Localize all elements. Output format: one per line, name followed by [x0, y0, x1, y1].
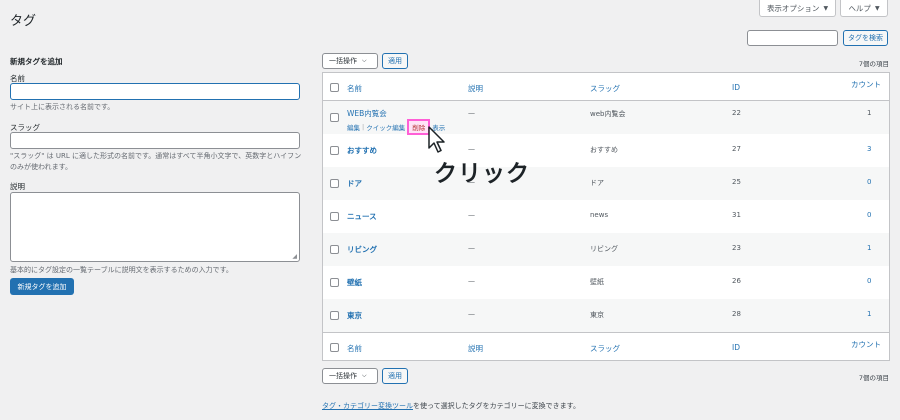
add-tag-button[interactable]: 新規タグを追加 [10, 278, 74, 295]
row-checkbox[interactable] [330, 113, 339, 122]
tag-count[interactable]: 1 [867, 310, 871, 318]
tags-table: 名前 説明 スラッグ ID カウント WEB内覧会 編集 | クイック編集 削除… [322, 72, 890, 361]
row-checkbox[interactable] [330, 179, 339, 188]
edit-link[interactable]: 編集 [347, 122, 360, 132]
caret-down-icon: ▼ [874, 4, 880, 12]
table-row: おすすめ — おすすめ 27 3 [323, 134, 889, 167]
table-header-row: 名前 説明 スラッグ ID カウント [323, 73, 889, 101]
tag-id: 25 [732, 178, 741, 186]
tag-slug: web内覧会 [590, 110, 626, 118]
tag-count[interactable]: 1 [867, 244, 871, 252]
tag-name-link[interactable]: ニュース [347, 211, 377, 222]
column-slug[interactable]: スラッグ [590, 343, 620, 354]
tag-name-link[interactable]: ドア [347, 178, 362, 189]
slug-field[interactable] [10, 132, 300, 149]
tag-id: 31 [732, 211, 741, 219]
select-all-checkbox[interactable] [330, 343, 339, 352]
help-button[interactable]: ヘルプ ▼ [840, 0, 888, 17]
quick-edit-link[interactable]: クイック編集 [366, 122, 405, 132]
search-tags-button[interactable]: タグを検索 [843, 30, 888, 46]
tag-name-link[interactable]: リビング [347, 244, 377, 255]
tag-id: 26 [732, 277, 741, 285]
mouse-cursor-icon [428, 126, 445, 153]
row-checkbox[interactable] [330, 212, 339, 221]
table-row: WEB内覧会 編集 | クイック編集 削除 表示 — web内覧会 22 1 [323, 101, 889, 135]
tag-description: — [468, 277, 475, 285]
tag-description: — [468, 211, 475, 219]
tag-name-link[interactable]: 壁紙 [347, 277, 362, 288]
name-field[interactable] [10, 83, 300, 100]
select-all-checkbox[interactable] [330, 83, 339, 92]
column-count[interactable]: カウント [851, 79, 881, 90]
tag-id: 23 [732, 244, 741, 252]
description-label: 説明 [10, 182, 25, 191]
tag-id: 22 [732, 109, 741, 117]
search-input[interactable] [747, 30, 838, 46]
table-row: 東京 — 東京 28 1 [323, 299, 889, 332]
slug-description: "スラッグ" は URL に適した形式の名前です。通常はすべて半角小文字で、英数… [10, 152, 302, 171]
tag-count[interactable]: 0 [867, 178, 871, 186]
apply-button-bottom[interactable]: 適用 [382, 368, 408, 384]
description-help: 基本的にタグ設定の一覧テーブルに説明文を表示するための入力です。 [10, 266, 233, 274]
tag-name-link[interactable]: 東京 [347, 310, 362, 321]
caret-down-icon: ▼ [823, 4, 829, 12]
tag-description: — [468, 145, 475, 153]
tag-slug: 東京 [590, 311, 604, 319]
column-description[interactable]: 説明 [468, 343, 483, 354]
chevron-down-icon: ⌵ [362, 57, 367, 64]
items-count-bottom: 7個の項目 [858, 374, 889, 382]
tag-converter-note: タグ・カテゴリー変換ツールを使って選択したタグをカテゴリーに変換できます。 [322, 401, 580, 411]
column-name[interactable]: 名前 [347, 343, 362, 354]
name-description: サイト上に表示される名前です。 [10, 103, 115, 111]
tag-description: — [468, 310, 475, 318]
row-checkbox[interactable] [330, 146, 339, 155]
bulk-action-select-bottom[interactable]: 一括操作 ⌵ [322, 368, 378, 384]
bulk-action-select[interactable]: 一括操作 ⌵ [322, 53, 378, 69]
description-textarea[interactable]: ◢ [10, 192, 300, 262]
table-row: リビング — リビング 23 1 [323, 233, 889, 266]
tag-id: 28 [732, 310, 741, 318]
column-description[interactable]: 説明 [468, 83, 483, 94]
help-label: ヘルプ [848, 3, 871, 13]
row-checkbox[interactable] [330, 278, 339, 287]
items-count: 7個の項目 [858, 60, 889, 68]
resize-handle-icon[interactable]: ◢ [292, 253, 297, 260]
column-id[interactable]: ID [732, 83, 740, 92]
add-tag-heading: 新規タグを追加 [10, 57, 63, 66]
tag-slug: ドア [590, 179, 604, 187]
click-annotation: クリック [434, 161, 530, 187]
tag-converter-text: を使って選択したタグをカテゴリーに変換できます。 [413, 402, 580, 410]
chevron-down-icon: ⌵ [362, 372, 367, 379]
tag-id: 27 [732, 145, 741, 153]
tag-description: — [468, 244, 475, 252]
bulk-action-label: 一括操作 [329, 372, 357, 380]
tag-name-link[interactable]: WEB内覧会 [347, 108, 387, 119]
row-checkbox[interactable] [330, 311, 339, 320]
column-name[interactable]: 名前 [347, 83, 362, 94]
tag-slug: 壁紙 [590, 278, 604, 286]
table-footer-row: 名前 説明 スラッグ ID カウント [323, 332, 889, 360]
tag-count: 1 [867, 109, 872, 117]
tag-category-converter-link[interactable]: タグ・カテゴリー変換ツール [322, 402, 413, 410]
tag-count[interactable]: 0 [867, 211, 871, 219]
tag-slug: news [590, 211, 609, 219]
table-row: 壁紙 — 壁紙 26 0 [323, 266, 889, 299]
page-title: タグ [10, 14, 37, 29]
tag-slug: おすすめ [590, 146, 618, 154]
column-count[interactable]: カウント [851, 339, 881, 350]
screen-options-label: 表示オプション [766, 3, 820, 13]
column-id[interactable]: ID [732, 343, 740, 352]
table-row: ドア — ドア 25 0 [323, 167, 889, 200]
table-row: ニュース — news 31 0 [323, 200, 889, 233]
tag-name-link[interactable]: おすすめ [347, 145, 377, 156]
tag-count[interactable]: 3 [867, 145, 871, 153]
column-slug[interactable]: スラッグ [590, 83, 620, 94]
tag-count[interactable]: 0 [867, 277, 871, 285]
bulk-action-label: 一括操作 [329, 57, 357, 65]
tag-description: — [468, 109, 475, 117]
tag-slug: リビング [590, 245, 618, 253]
row-checkbox[interactable] [330, 245, 339, 254]
apply-button[interactable]: 適用 [382, 53, 408, 69]
screen-options-button[interactable]: 表示オプション ▼ [759, 0, 836, 17]
